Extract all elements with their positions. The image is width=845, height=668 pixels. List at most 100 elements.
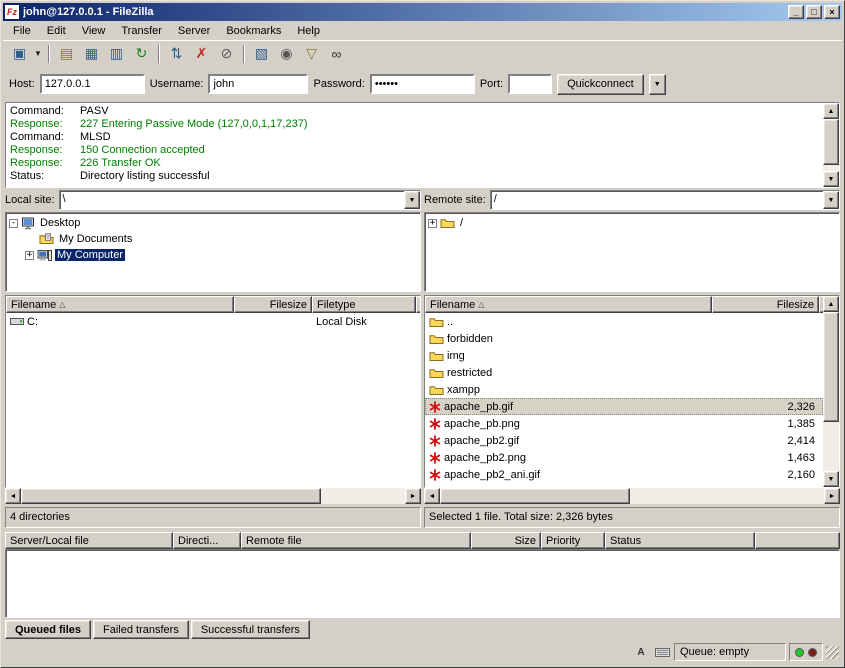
column-header-l[interactable]: L (416, 296, 420, 313)
tree-item-updir[interactable]: +/ (425, 215, 839, 231)
remote-file-list: Filename△Filesize ..forbiddenimgrestrict… (424, 295, 840, 488)
column-header-filesize[interactable]: Filesize (712, 296, 819, 313)
file-row-c[interactable]: C:Local Disk (6, 313, 420, 330)
column-header-filename[interactable]: Filename△ (6, 296, 234, 313)
expand-icon[interactable]: + (25, 251, 34, 260)
tree-item-desktop[interactable]: - Desktop (6, 215, 420, 231)
scroll-right-icon[interactable]: ► (824, 488, 840, 504)
file-search-icon[interactable]: ∞ (324, 43, 349, 65)
log-line: Response:150 Connection accepted (6, 144, 823, 157)
resize-grip[interactable] (826, 646, 839, 659)
tree-item-my-documents[interactable]: My Documents (6, 231, 420, 247)
titlebar[interactable]: Fz john@127.0.0.1 - FileZilla _ □ × (3, 3, 842, 21)
scrollbar-thumb[interactable] (823, 119, 839, 165)
disconnect-icon[interactable]: ⊘ (214, 43, 239, 65)
image-file-icon (429, 452, 441, 464)
scroll-down-icon[interactable]: ▼ (823, 171, 839, 187)
file-row-apache-pb2-ani-gif[interactable]: apache_pb2_ani.gif2,160 (425, 466, 823, 483)
file-row-updir[interactable]: .. (425, 313, 823, 330)
site-manager-dropdown-icon[interactable]: ▼ (32, 43, 44, 65)
host-input[interactable] (40, 74, 145, 94)
column-header-filetype[interactable]: Filetype (312, 296, 416, 313)
scrollbar-track[interactable] (823, 422, 839, 471)
password-input[interactable] (370, 74, 475, 94)
site-manager-icon[interactable]: ▣ (7, 43, 32, 65)
image-file-icon (429, 401, 441, 413)
scroll-up-icon[interactable]: ▲ (823, 296, 839, 312)
file-row-forbidden[interactable]: forbidden (425, 330, 823, 347)
directory-comparison-icon[interactable]: ▧ (249, 43, 274, 65)
column-header-filename[interactable]: Filename△ (425, 296, 712, 313)
tree-label: Desktop (38, 217, 82, 229)
scroll-left-icon[interactable]: ◄ (5, 488, 21, 504)
port-input[interactable] (508, 74, 552, 94)
local-site-combo[interactable]: \ ▼ (59, 190, 421, 210)
username-label: Username: (150, 78, 204, 90)
menu-file[interactable]: File (5, 23, 39, 39)
filter-icon[interactable]: ▽ (299, 43, 324, 65)
image-file-icon (429, 418, 441, 430)
expand-icon[interactable]: + (428, 219, 437, 228)
scrollbar-thumb[interactable] (440, 488, 630, 504)
tab-successful-transfers[interactable]: Successful transfers (191, 620, 310, 639)
scroll-left-icon[interactable]: ◄ (424, 488, 440, 504)
file-row-apache-pb2-gif[interactable]: apache_pb2.gif2,414 (425, 432, 823, 449)
refresh-icon[interactable]: ↻ (129, 43, 154, 65)
remote-hscrollbar[interactable]: ◄ ► (424, 488, 840, 504)
column-header-size[interactable]: Size (471, 532, 541, 549)
cancel-operation-icon[interactable]: ✗ (189, 43, 214, 65)
minimize-button[interactable]: _ (788, 5, 804, 19)
close-button[interactable]: × (824, 5, 840, 19)
combo-dropdown-icon[interactable]: ▼ (823, 191, 839, 209)
tab-queued-files[interactable]: Queued files (5, 620, 91, 639)
menu-view[interactable]: View (74, 23, 114, 39)
recv-led-icon (795, 648, 804, 657)
file-row-img[interactable]: img (425, 347, 823, 364)
scroll-up-icon[interactable]: ▲ (823, 103, 839, 119)
file-row-restricted[interactable]: restricted (425, 364, 823, 381)
menu-help[interactable]: Help (289, 23, 328, 39)
column-header-priority[interactable]: Priority (541, 532, 605, 549)
scrollbar-thumb[interactable] (21, 488, 321, 504)
file-row-apache-pb2-png[interactable]: apache_pb2.png1,463 (425, 449, 823, 466)
column-header-directi[interactable]: Directi... (173, 532, 241, 549)
menu-server[interactable]: Server (170, 23, 218, 39)
toggle-tree-view-icon[interactable]: ▦ (79, 43, 104, 65)
file-row-apache-pb-png[interactable]: apache_pb.png1,385 (425, 415, 823, 432)
combo-dropdown-icon[interactable]: ▼ (404, 191, 420, 209)
filename-text: C: (27, 316, 38, 328)
username-input[interactable] (208, 74, 308, 94)
file-row-xampp[interactable]: xampp (425, 381, 823, 398)
synchronized-browsing-icon[interactable]: ◉ (274, 43, 299, 65)
process-queue-icon[interactable]: ⇅ (164, 43, 189, 65)
menu-transfer[interactable]: Transfer (113, 23, 170, 39)
quickconnect-button[interactable]: Quickconnect (557, 74, 644, 95)
scrollbar-thumb[interactable] (823, 312, 839, 422)
toolbar-separator (48, 45, 50, 63)
file-row-apache-pb-gif[interactable]: apache_pb.gif2,326 (425, 398, 823, 415)
toggle-message-log-icon[interactable]: ▤ (54, 43, 79, 65)
log-scrollbar[interactable]: ▲ ▼ (823, 103, 839, 187)
remote-vscrollbar[interactable]: ▲ ▼ (823, 296, 839, 487)
column-header-server-local-file[interactable]: Server/Local file (5, 532, 173, 549)
window-title: john@127.0.0.1 - FileZilla (23, 6, 784, 18)
column-header-filesize[interactable]: Filesize (234, 296, 312, 313)
scroll-down-icon[interactable]: ▼ (823, 471, 839, 487)
local-hscrollbar[interactable]: ◄ ► (5, 488, 421, 504)
tree-item-my-computer[interactable]: +My Computer (6, 247, 420, 263)
quickconnect-dropdown-icon[interactable]: ▼ (649, 74, 666, 95)
menubar: FileEditViewTransferServerBookmarksHelp (3, 21, 842, 40)
menu-edit[interactable]: Edit (39, 23, 74, 39)
toggle-queue-view-icon[interactable]: ▥ (104, 43, 129, 65)
scroll-right-icon[interactable]: ► (405, 488, 421, 504)
scrollbar-track[interactable] (321, 488, 405, 504)
remote-site-combo[interactable]: / ▼ (490, 190, 840, 210)
column-header-status[interactable]: Status (605, 532, 755, 549)
menu-bookmarks[interactable]: Bookmarks (218, 23, 289, 39)
tab-failed-transfers[interactable]: Failed transfers (93, 620, 189, 639)
collapse-icon[interactable]: - (9, 219, 18, 228)
maximize-button[interactable]: □ (806, 5, 822, 19)
scrollbar-track[interactable] (630, 488, 824, 504)
column-header-remote-file[interactable]: Remote file (241, 532, 471, 549)
filename-text: apache_pb2.png (444, 452, 526, 464)
